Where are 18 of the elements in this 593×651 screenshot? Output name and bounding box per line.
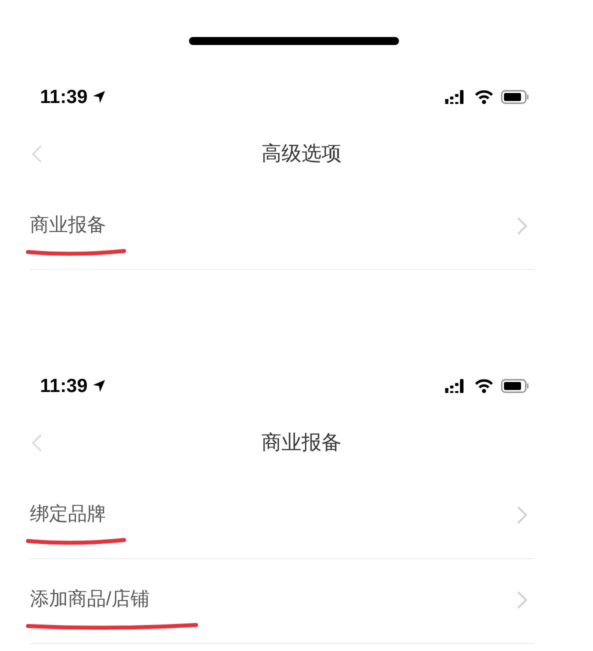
battery-icon [501,379,529,393]
status-time: 11:39 [40,376,88,396]
wifi-icon [475,90,493,104]
back-chevron-icon[interactable] [32,145,42,163]
chevron-right-icon[interactable] [517,506,527,524]
status-time: 11:39 [40,88,88,106]
chevron-right-icon[interactable] [517,217,527,235]
location-arrow-icon [92,90,106,104]
wifi-icon [475,379,493,393]
location-arrow-icon [92,379,106,393]
page-title: 高级选项 [262,142,342,167]
page-title: 商业报备 [262,431,342,456]
row-label[interactable]: 商业报备 [30,211,106,241]
row-label[interactable]: 绑定品牌 [30,500,106,530]
battery-icon [501,90,529,104]
back-chevron-icon[interactable] [32,434,42,452]
row-label[interactable]: 添加商品/店铺 [30,585,150,615]
chevron-right-icon[interactable] [517,591,527,609]
